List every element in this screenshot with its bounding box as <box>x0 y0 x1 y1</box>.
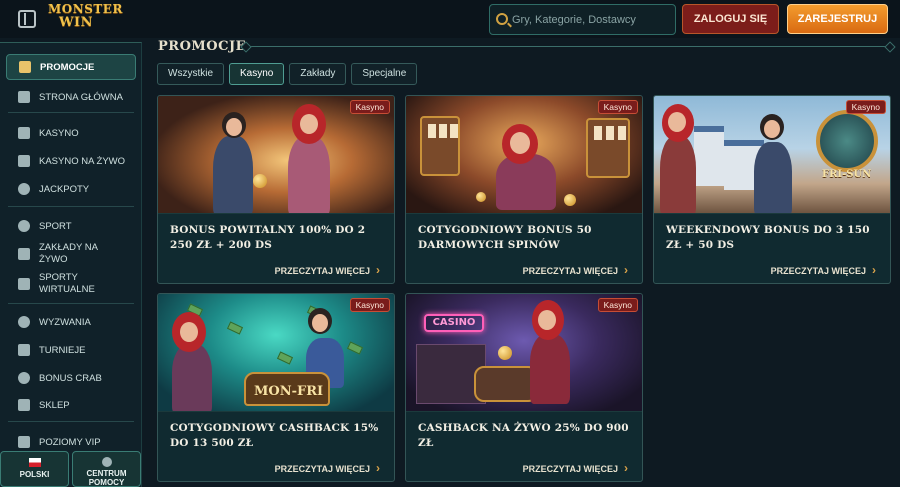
neon-sign: CASINO <box>424 314 484 332</box>
section-divider <box>250 46 886 47</box>
search-icon <box>496 13 508 25</box>
category-badge: Kasyno <box>845 100 886 114</box>
promo-image: Kasyno <box>406 96 642 214</box>
logo-line2: WIN <box>58 15 94 30</box>
filter-all[interactable]: Wszystkie <box>157 63 224 85</box>
sidebar-item-label: STRONA GŁÓWNA <box>39 91 123 103</box>
promo-image: MON-FRI Kasyno <box>158 294 394 412</box>
trophy-icon <box>18 344 30 356</box>
sidebar-item-label: KASYNO <box>39 127 79 139</box>
sidebar-item-label: TURNIEJE <box>39 344 86 356</box>
sidebar-item-label: KASYNO NA ŻYWO <box>39 155 126 167</box>
sidebar-item-home[interactable]: STRONA GŁÓWNA <box>6 84 136 110</box>
sidebar: PROMOCJE STRONA GŁÓWNA KASYNO KASYNO NA … <box>0 42 142 487</box>
emblem-text: MON-FRI <box>254 384 324 399</box>
gift-icon <box>19 61 31 73</box>
sidebar-item-label: PROMOCJE <box>40 61 95 73</box>
clover-icon <box>18 183 30 195</box>
sidebar-divider <box>8 206 134 207</box>
sidebar-item-tournaments[interactable]: TURNIEJE <box>6 337 136 363</box>
read-more-link[interactable]: PRZECZYTAJ WIĘCEJ <box>771 263 876 277</box>
language-label: POLSKI <box>19 470 50 479</box>
sidebar-item-casino[interactable]: KASYNO <box>6 120 136 146</box>
promo-image: Kasyno <box>158 96 394 214</box>
category-badge: Kasyno <box>349 100 390 114</box>
promo-title: BONUS POWITALNY 100% DO 2 250 ZŁ + 200 D… <box>170 224 366 251</box>
sidebar-item-label: SPORT <box>39 220 72 232</box>
live-casino-icon <box>18 155 30 167</box>
register-button[interactable]: ZAREJESTRUJ <box>787 4 888 34</box>
sidebar-item-live-bets[interactable]: ZAKŁADY NA ŻYWO <box>6 239 136 269</box>
sidebar-item-jackpots[interactable]: JACKPOTY <box>6 176 136 202</box>
emblem-text: FRI-SUN <box>822 169 872 180</box>
promo-image: FRI-SUN Kasyno <box>654 96 890 214</box>
sidebar-item-bonus-crab[interactable]: BONUS CRAB <box>6 365 136 391</box>
promo-card[interactable]: FRI-SUN Kasyno WEEKENDOWY BONUS DO 3 150… <box>653 95 891 284</box>
filter-special[interactable]: Specjalne <box>351 63 418 85</box>
crab-icon <box>18 372 30 384</box>
read-more-link[interactable]: PRZECZYTAJ WIĘCEJ <box>275 461 380 475</box>
promo-card[interactable]: Kasyno BONUS POWITALNY 100% DO 2 250 ZŁ … <box>157 95 395 284</box>
promo-title: COTYGODNIOWY CASHBACK 15% DO 13 500 ZŁ <box>170 422 379 449</box>
site-logo[interactable]: MONSTER WIN <box>48 3 122 35</box>
poland-flag-icon <box>28 458 41 467</box>
help-center-button[interactable]: CENTRUM POMOCY <box>72 451 141 487</box>
help-icon <box>101 457 112 467</box>
sidebar-item-label: BONUS CRAB <box>39 372 102 384</box>
login-button[interactable]: ZALOGUJ SIĘ <box>682 4 779 34</box>
help-label-line1: CENTRUM <box>86 469 127 478</box>
sidebar-item-shop[interactable]: SKLEP <box>6 392 136 418</box>
sidebar-divider <box>8 303 134 304</box>
promo-title: COTYGODNIOWY BONUS 50 DARMOWYCH SPINÓW <box>418 224 592 251</box>
section-header: PROMOCJE <box>158 38 890 56</box>
sidebar-item-label: SPORTY WIRTUALNE <box>39 272 95 295</box>
sidebar-divider <box>8 112 134 113</box>
filter-casino[interactable]: Kasyno <box>229 63 285 85</box>
sidebar-item-challenges[interactable]: WYZWANIA <box>6 309 136 335</box>
search-box[interactable] <box>489 4 676 35</box>
read-more-link[interactable]: PRZECZYTAJ WIĘCEJ <box>523 461 628 475</box>
home-icon <box>18 91 30 103</box>
language-button[interactable]: POLSKI <box>0 451 69 487</box>
football-icon <box>18 220 30 232</box>
sidebar-item-label: WYZWANIA <box>39 316 91 328</box>
filter-bets[interactable]: Zakłady <box>289 63 347 85</box>
sidebar-item-label: SKLEP <box>39 399 70 411</box>
filter-tabs: Wszystkie Kasyno Zakłady Specjalne <box>157 63 418 85</box>
promo-card[interactable]: MON-FRI Kasyno COTYGODNIOWY CASHBACK 15%… <box>157 293 395 482</box>
search-input[interactable] <box>512 11 670 29</box>
sidebar-item-label: JACKPOTY <box>39 183 90 195</box>
promo-title: CASHBACK NA ŻYWO 25% DO 900 ZŁ <box>418 422 629 449</box>
sidebar-item-sport[interactable]: SPORT <box>6 213 136 239</box>
read-more-link[interactable]: PRZECZYTAJ WIĘCEJ <box>275 263 380 277</box>
promo-title: WEEKENDOWY BONUS DO 3 150 ZŁ + 50 DS <box>666 224 870 251</box>
promo-card[interactable]: CASINO Kasyno CASHBACK NA ŻYWO 25% DO 90… <box>405 293 643 482</box>
sidebar-item-virtual-sports[interactable]: SPORTY WIRTUALNE <box>6 269 136 299</box>
sidebar-item-live-casino[interactable]: KASYNO NA ŻYWO <box>6 148 136 174</box>
casino-icon <box>18 127 30 139</box>
medal-icon <box>18 316 30 328</box>
top-bar: MONSTER WIN ZALOGUJ SIĘ ZAREJESTRUJ <box>0 0 900 38</box>
shop-icon <box>18 399 30 411</box>
vip-icon <box>18 436 30 448</box>
category-badge: Kasyno <box>349 298 390 312</box>
sidebar-footer: POLSKI CENTRUM POMOCY <box>0 449 142 487</box>
sidebar-item-label: POZIOMY VIP <box>39 436 101 448</box>
sidebar-divider <box>8 421 134 422</box>
virtual-sport-icon <box>18 278 30 290</box>
live-bet-icon <box>18 248 30 260</box>
sidebar-item-label: ZAKŁADY NA ŻYWO <box>39 242 98 265</box>
category-badge: Kasyno <box>597 298 638 312</box>
sidebar-toggle-icon[interactable] <box>18 10 36 28</box>
read-more-link[interactable]: PRZECZYTAJ WIĘCEJ <box>523 263 628 277</box>
promo-image: CASINO Kasyno <box>406 294 642 412</box>
sidebar-item-promotions[interactable]: PROMOCJE <box>6 54 136 80</box>
category-badge: Kasyno <box>597 100 638 114</box>
promo-card[interactable]: Kasyno COTYGODNIOWY BONUS 50 DARMOWYCH S… <box>405 95 643 284</box>
help-label-line2: POMOCY <box>88 478 125 487</box>
page-title: PROMOCJE <box>158 39 247 54</box>
